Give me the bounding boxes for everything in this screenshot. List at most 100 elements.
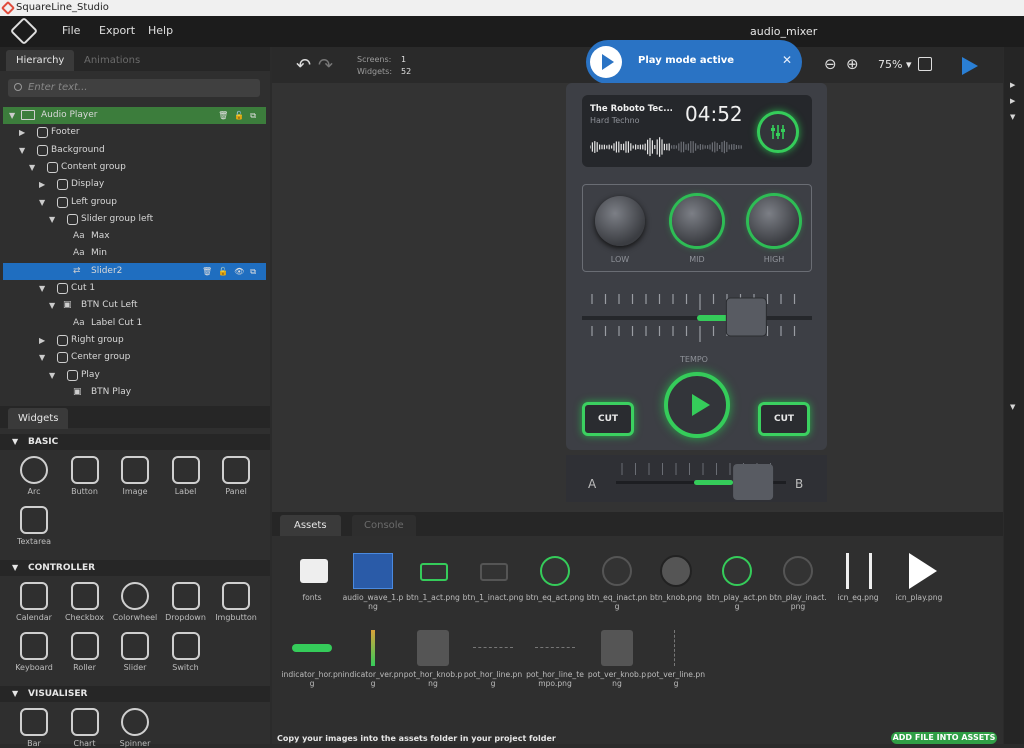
tree-row[interactable]: ▶ Right group	[3, 332, 266, 349]
chevron-down-icon[interactable]: ▼	[49, 367, 55, 384]
tree-row[interactable]: ⇄ Slider2 🗑🔓👁⧉	[3, 262, 266, 280]
zoom-in-icon[interactable]: ⊕	[846, 55, 859, 73]
chevron-down-icon[interactable]: ▼	[49, 211, 55, 228]
menu-export[interactable]: Export	[99, 24, 135, 37]
asset-item[interactable]: btn_1_act.png	[402, 553, 464, 602]
tree-row[interactable]: ▼ Left group	[3, 194, 266, 211]
widget-section-visualiser[interactable]: ▼ VISUALISER	[0, 686, 270, 702]
tree-row[interactable]: ▼ Background	[3, 142, 266, 159]
chevron-right-icon[interactable]: ▶	[19, 124, 25, 141]
collapse-arrow-icon[interactable]: ▼	[1010, 113, 1015, 121]
widget-switch[interactable]: Switch	[161, 632, 211, 672]
widget-dropdown[interactable]: Dropdown	[161, 582, 211, 622]
asset-item[interactable]: pot_hor_line_tempo.png	[524, 630, 586, 688]
widget-button[interactable]: Button	[60, 456, 110, 496]
redo-icon[interactable]: ↷	[318, 55, 333, 76]
tree-row[interactable]: ▼ Cut 1	[3, 280, 266, 297]
tree-row[interactable]: Aa Label Cut 1	[3, 315, 266, 332]
asset-item[interactable]: pot_ver_knob.png	[586, 630, 648, 688]
chevron-down-icon[interactable]: ▼	[29, 159, 35, 176]
asset-item[interactable]: btn_play_inact.png	[767, 553, 829, 611]
asset-item[interactable]: icn_play.png	[888, 553, 950, 602]
cut-left-button[interactable]: CUT	[582, 402, 634, 436]
widget-spinner[interactable]: Spinner	[110, 708, 160, 748]
tab-animations[interactable]: Animations	[74, 50, 150, 71]
widget-panel[interactable]: Panel	[211, 456, 261, 496]
menu-file[interactable]: File	[62, 24, 80, 37]
widget-keyboard[interactable]: Keyboard	[9, 632, 59, 672]
widget-slider[interactable]: Slider	[110, 632, 160, 672]
tree-row[interactable]: Aa Min	[3, 245, 266, 262]
zoom-level-dropdown[interactable]: 75% ▾	[878, 58, 911, 71]
widget-imgbutton[interactable]: Imgbutton	[211, 582, 261, 622]
asset-item[interactable]: pot_ver_line.png	[645, 630, 707, 688]
asset-item[interactable]: btn_play_act.png	[706, 553, 768, 611]
tree-row[interactable]: ▶ Footer	[3, 124, 266, 141]
asset-item[interactable]: pot_hor_knob.png	[402, 630, 464, 688]
asset-item[interactable]: indicator_ver.png	[342, 630, 404, 688]
widget-checkbox[interactable]: Checkbox	[60, 582, 110, 622]
tab-assets[interactable]: Assets	[280, 515, 341, 536]
tab-console[interactable]: Console	[352, 515, 416, 536]
tree-row[interactable]: ▼ Play	[3, 367, 266, 384]
crossfader-slider[interactable]	[616, 461, 786, 501]
asset-item[interactable]: btn_1_inact.png	[462, 553, 524, 602]
chevron-down-icon[interactable]: ▼	[39, 194, 45, 211]
asset-item[interactable]: btn_knob.png	[645, 553, 707, 602]
play-mode-icon[interactable]	[962, 57, 978, 75]
tree-row[interactable]: ▣ BTN Play	[3, 384, 266, 401]
cut-right-button[interactable]: CUT	[758, 402, 810, 436]
chevron-right-icon[interactable]: ▶	[39, 176, 45, 193]
collapse-arrow-icon[interactable]: ▶	[1010, 97, 1015, 105]
widget-chart[interactable]: Chart	[60, 708, 110, 748]
widget-arc[interactable]: Arc	[9, 456, 59, 496]
undo-icon[interactable]: ↶	[296, 55, 311, 76]
widget-section-controller[interactable]: ▼ CONTROLLER	[0, 560, 270, 576]
widget-image[interactable]: Image	[110, 456, 160, 496]
hierarchy-search-input[interactable]: Enter text...	[8, 79, 260, 97]
tree-row[interactable]: ▼ ▣ BTN Cut Left	[3, 297, 266, 314]
tab-widgets[interactable]: Widgets	[8, 408, 69, 429]
asset-item[interactable]: indicator_hor.png	[281, 630, 343, 688]
tree-row[interactable]: ▼ Content group	[3, 159, 266, 176]
widget-textarea[interactable]: Textarea	[9, 506, 59, 546]
close-icon[interactable]: ✕	[782, 53, 792, 67]
eq-button[interactable]	[757, 111, 799, 153]
widget-bar[interactable]: Bar	[9, 708, 59, 748]
chevron-down-icon[interactable]: ▼	[49, 297, 55, 314]
chevron-down-icon[interactable]: ▼	[39, 349, 45, 366]
tree-row[interactable]: ▶ Display	[3, 176, 266, 193]
widget-roller[interactable]: Roller	[60, 632, 110, 672]
row-action-icons[interactable]: 🗑🔓👁⧉	[202, 263, 262, 280]
knob-high[interactable]	[749, 196, 799, 246]
widget-colorwheel[interactable]: Colorwheel	[110, 582, 160, 622]
row-action-icons[interactable]: 🗑🔓⧉	[218, 107, 262, 124]
widget-section-basic[interactable]: ▼ BASIC	[0, 434, 270, 450]
asset-item[interactable]: pot_hor_line.png	[462, 630, 524, 688]
chevron-right-icon[interactable]: ▶	[39, 332, 45, 349]
tree-row[interactable]: ▼ Center group	[3, 349, 266, 366]
menu-help[interactable]: Help	[148, 24, 173, 37]
widget-calendar[interactable]: Calendar	[9, 582, 59, 622]
asset-item[interactable]: btn_eq_inact.png	[586, 553, 648, 611]
knob-low[interactable]	[595, 196, 645, 246]
asset-item[interactable]: fonts	[281, 553, 343, 602]
chevron-down-icon[interactable]: ▼	[39, 280, 45, 297]
asset-item[interactable]: icn_eq.png	[827, 553, 889, 602]
play-button[interactable]	[664, 372, 730, 438]
tree-row[interactable]: ▼ Slider group left	[3, 211, 266, 228]
tab-hierarchy[interactable]: Hierarchy	[6, 50, 75, 71]
add-file-into-assets-button[interactable]: ADD FILE INTO ASSETS	[891, 732, 997, 744]
tree-row[interactable]: Aa Max	[3, 228, 266, 245]
tempo-slider[interactable]	[582, 286, 812, 346]
asset-item[interactable]: audio_wave_1.png	[342, 553, 404, 611]
asset-item[interactable]: btn_eq_act.png	[524, 553, 586, 602]
widget-label[interactable]: Label	[161, 456, 211, 496]
collapse-arrow-icon[interactable]: ▼	[1010, 403, 1015, 411]
chevron-down-icon[interactable]: ▼	[19, 142, 25, 159]
zoom-out-icon[interactable]: ⊖	[824, 55, 837, 73]
image-icon[interactable]	[918, 57, 932, 71]
chevron-down-icon[interactable]: ▼	[9, 107, 15, 124]
knob-mid[interactable]	[672, 196, 722, 246]
tree-row[interactable]: ▼ Audio Player 🗑🔓⧉	[3, 107, 266, 124]
